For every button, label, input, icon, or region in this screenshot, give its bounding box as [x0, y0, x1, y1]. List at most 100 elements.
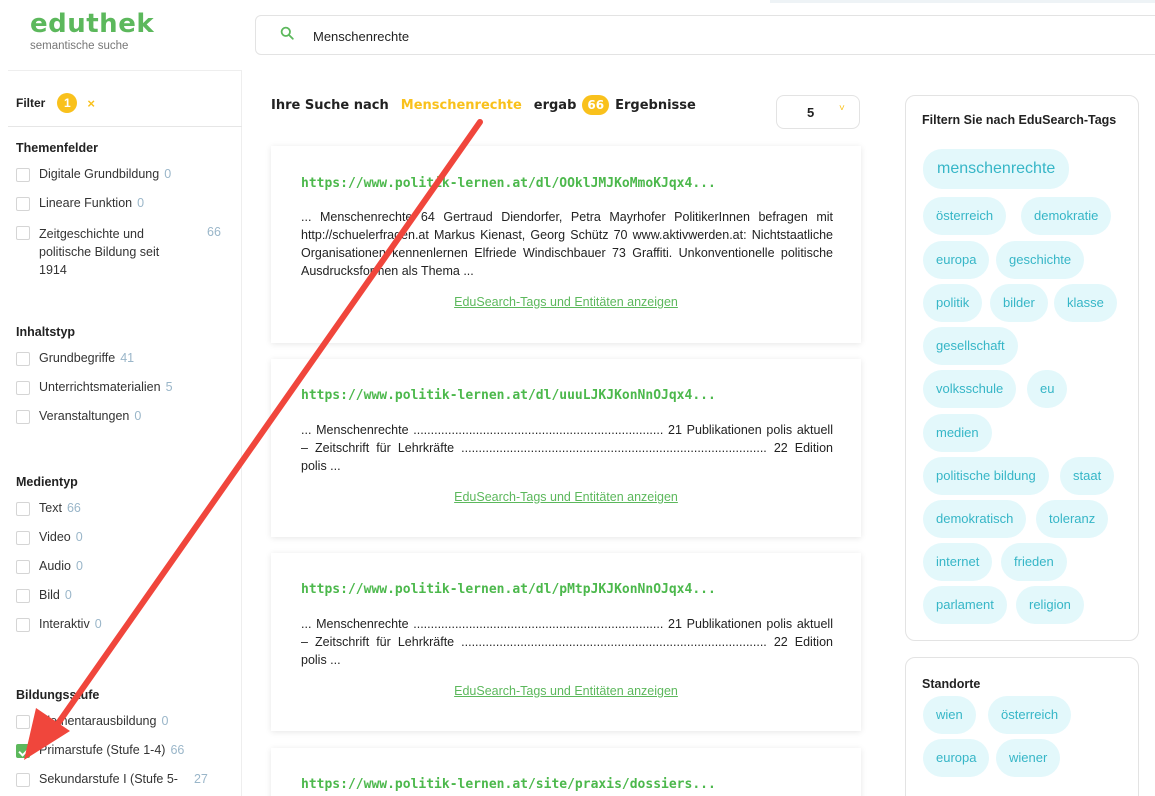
group-bildungsstufe: Bildungsstufe Elementarausbildung 0 Prim… — [16, 688, 236, 796]
checkbox[interactable] — [16, 589, 30, 603]
summary-term: Menschenrechte — [400, 97, 522, 113]
option-count: 0 — [64, 588, 72, 602]
tag-chip[interactable]: volksschule — [923, 370, 1017, 408]
filter-option[interactable]: Unterrichtsmaterialien 5 — [16, 380, 236, 395]
tag-chip[interactable]: parlament — [923, 586, 1007, 624]
result-snippet: ... Menschenrechte .....................… — [301, 423, 833, 473]
option-count: 0 — [75, 530, 83, 544]
option-label: Sekundarstufe I (Stufe 5- — [39, 772, 178, 786]
tag-chip[interactable]: staat — [1060, 457, 1115, 495]
clear-filters-icon[interactable]: × — [87, 96, 95, 111]
checkbox[interactable] — [16, 715, 30, 729]
checkbox[interactable] — [16, 773, 30, 787]
tag-chip[interactable]: frieden — [1001, 543, 1067, 581]
option-count: 5 — [165, 380, 173, 394]
location-chip[interactable]: europa — [923, 739, 990, 777]
result-snippet: ... Menschenrechte .....................… — [301, 617, 833, 667]
search-icon — [280, 26, 294, 40]
page-size-select[interactable]: 5 ˅ — [776, 95, 860, 129]
result-link[interactable]: https://www.politik-lernen.at/site/praxi… — [301, 777, 716, 792]
checkbox[interactable] — [16, 502, 30, 516]
filter-option-primarstufe[interactable]: Primarstufe (Stufe 1-4) 66 — [16, 743, 236, 758]
option-label: Audio — [39, 559, 71, 573]
tag-chip[interactable]: politik — [923, 284, 983, 322]
show-tags-link[interactable]: EduSearch-Tags und Entitäten anzeigen — [271, 295, 861, 309]
logo[interactable]: eduthek semantische suche — [30, 10, 154, 52]
option-label: Unterrichtsmaterialien — [39, 380, 161, 394]
checkbox[interactable] — [16, 226, 30, 240]
standorte-panel: Standorte wien österreich europa wiener — [905, 657, 1139, 796]
logo-subtitle: semantische suche — [30, 40, 129, 52]
filter-option[interactable]: Digitale Grundbildung 0 — [16, 167, 236, 182]
checkbox[interactable] — [16, 381, 30, 395]
checkbox[interactable] — [16, 352, 30, 366]
tag-chip[interactable]: klasse — [1054, 284, 1117, 322]
filter-option[interactable]: Video 0 — [16, 530, 236, 545]
tag-chip[interactable]: medien — [923, 414, 992, 452]
checkbox[interactable] — [16, 560, 30, 574]
tag-chip[interactable]: internet — [923, 543, 993, 581]
edusearch-tags-panel: Filtern Sie nach EduSearch-Tags menschen… — [905, 95, 1139, 641]
tag-chip[interactable]: europa — [923, 241, 990, 279]
filter-option[interactable]: Veranstaltungen 0 — [16, 409, 236, 424]
result-count-badge: 66 — [582, 95, 610, 115]
divider — [8, 126, 242, 127]
filter-option[interactable]: Bild 0 — [16, 588, 236, 603]
option-count: 0 — [161, 714, 169, 728]
option-count: 27 — [193, 772, 208, 786]
tag-chip[interactable]: österreich — [923, 197, 1007, 235]
location-chip[interactable]: wiener — [996, 739, 1061, 777]
group-title: Themenfelder — [16, 141, 98, 155]
result-card: https://www.politik-lernen.at/dl/uuuLJKJ… — [271, 359, 861, 537]
tag-chip[interactable]: toleranz — [1036, 500, 1109, 538]
option-count: 0 — [137, 196, 145, 210]
checkbox-checked[interactable] — [16, 744, 30, 758]
tag-chip[interactable]: gesellschaft — [923, 327, 1018, 365]
top-strip — [770, 0, 1155, 3]
result-snippet: ... Menschenrechte 64 Gertraud Diendorfe… — [301, 210, 833, 278]
tag-chip[interactable]: demokratisch — [923, 500, 1027, 538]
checkbox[interactable] — [16, 410, 30, 424]
tag-chip[interactable]: bilder — [990, 284, 1048, 322]
location-chip[interactable]: österreich — [988, 696, 1072, 734]
panel-title: Filtern Sie nach EduSearch-Tags — [922, 113, 1117, 127]
result-card: https://www.politik-lernen.at/dl/pMtpJKJ… — [271, 553, 861, 731]
tag-chip[interactable]: religion — [1016, 586, 1084, 624]
tag-chip[interactable]: eu — [1027, 370, 1068, 408]
group-title: Bildungsstufe — [16, 688, 100, 702]
filter-option[interactable]: Elementarausbildung 0 — [16, 714, 236, 729]
option-count: 0 — [164, 167, 172, 181]
search-input[interactable]: Menschenrechte — [313, 29, 409, 44]
tag-chip[interactable]: demokratie — [1021, 197, 1112, 235]
filter-label: Filter — [16, 96, 46, 110]
option-label: Digitale Grundbildung — [39, 167, 160, 181]
result-link[interactable]: https://www.politik-lernen.at/dl/pMtpJKJ… — [301, 582, 716, 597]
show-tags-link[interactable]: EduSearch-Tags und Entitäten anzeigen — [271, 490, 861, 504]
search-bar[interactable]: Menschenrechte — [255, 15, 1155, 55]
option-label: Primarstufe (Stufe 1-4) — [39, 743, 166, 757]
result-link[interactable]: https://www.politik-lernen.at/dl/uuuLJKJ… — [301, 388, 716, 403]
checkbox[interactable] — [16, 168, 30, 182]
checkbox[interactable] — [16, 197, 30, 211]
result-link[interactable]: https://www.politik-lernen.at/dl/OOklJMJ… — [301, 176, 716, 191]
filter-option[interactable]: Interaktiv 0 — [16, 617, 236, 632]
filter-option[interactable]: Audio 0 — [16, 559, 236, 574]
checkbox[interactable] — [16, 618, 30, 632]
tag-chip[interactable]: politische bildung — [923, 457, 1049, 495]
filter-option[interactable]: Grundbegriffe 41 — [16, 351, 236, 366]
option-count: 66 — [207, 225, 221, 239]
option-label: Grundbegriffe — [39, 351, 116, 365]
filter-option[interactable]: Sekundarstufe I (Stufe 5- 27 — [16, 772, 236, 787]
filter-option[interactable]: Text 66 — [16, 501, 236, 516]
filter-option[interactable]: Zeitgeschichte und politische Bildung se… — [16, 225, 236, 279]
filter-count-badge: 1 — [57, 93, 78, 113]
tag-chip[interactable]: geschichte — [996, 241, 1085, 279]
option-label: Interaktiv — [39, 617, 90, 631]
checkbox[interactable] — [16, 531, 30, 545]
location-chip[interactable]: wien — [923, 696, 976, 734]
tag-chip[interactable]: menschenrechte — [923, 149, 1070, 189]
show-tags-link[interactable]: EduSearch-Tags und Entitäten anzeigen — [271, 684, 861, 698]
group-inhaltstyp: Inhaltstyp Grundbegriffe 41 Unterrichtsm… — [16, 325, 236, 438]
summary-middle: ergab — [533, 97, 577, 113]
filter-option[interactable]: Lineare Funktion 0 — [16, 196, 236, 211]
